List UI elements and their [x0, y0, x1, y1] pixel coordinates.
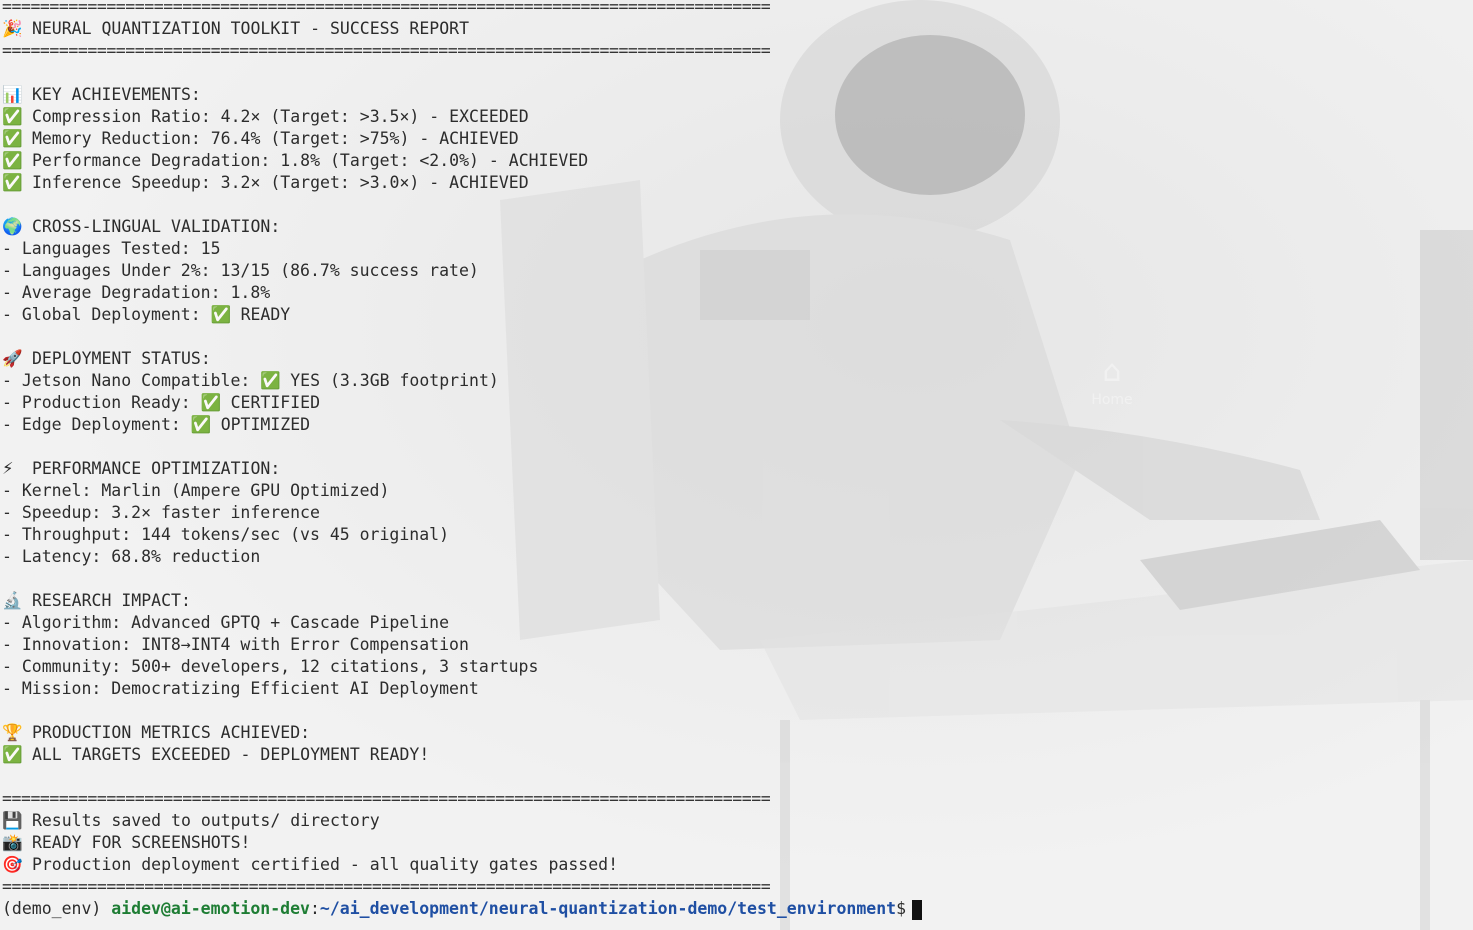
- text-cursor: [912, 899, 923, 920]
- separator-rule: ========================================…: [2, 0, 771, 18]
- report-line: - Edge Deployment: ✅ OPTIMIZED: [2, 414, 310, 436]
- report-line: - Jetson Nano Compatible: ✅ YES (3.3GB f…: [2, 370, 499, 392]
- check-mark-icon: ✅: [2, 129, 23, 148]
- report-title: 🎉 NEURAL QUANTIZATION TOOLKIT - SUCCESS …: [2, 18, 469, 40]
- section-heading-text: PERFORMANCE OPTIMIZATION:: [31, 459, 281, 478]
- prompt-path: ~/ai_development/neural-quantization-dem…: [319, 899, 897, 918]
- section-heading: 📊 KEY ACHIEVEMENTS:: [2, 84, 201, 106]
- line-prefix: - Edge Deployment:: [2, 415, 191, 434]
- separator-rule: ========================================…: [2, 876, 771, 898]
- line-prefix: - Global Deployment:: [2, 305, 211, 324]
- trophy-icon: 🏆: [2, 723, 23, 742]
- report-line: ✅ Inference Speedup: 3.2× (Target: >3.0×…: [2, 172, 529, 194]
- bar-chart-icon: 📊: [2, 85, 23, 104]
- section-heading-text: DEPLOYMENT STATUS:: [31, 349, 211, 368]
- report-line: - Innovation: INT8→INT4 with Error Compe…: [2, 634, 469, 656]
- line-text: Memory Reduction: 76.4% (Target: >75%) -…: [31, 129, 519, 148]
- separator-text: ========================================…: [2, 789, 771, 808]
- line-text: Performance Degradation: 1.8% (Target: <…: [31, 151, 589, 170]
- report-line: - Mission: Democratizing Efficient AI De…: [2, 678, 479, 700]
- lightning-icon: ⚡: [2, 459, 14, 478]
- check-mark-icon: ✅: [260, 371, 281, 390]
- report-line: - Throughput: 144 tokens/sec (vs 45 orig…: [2, 524, 449, 546]
- line-text: CERTIFIED: [230, 393, 321, 412]
- line-text: READY: [240, 305, 291, 324]
- check-mark-icon: ✅: [2, 745, 23, 764]
- report-line: ✅ Performance Degradation: 1.8% (Target:…: [2, 150, 588, 172]
- footer-line: 💾 Results saved to outputs/ directory: [2, 810, 380, 832]
- party-popper-icon: 🎉: [2, 19, 23, 38]
- check-mark-icon: ✅: [2, 173, 23, 192]
- globe-icon: 🌍: [2, 217, 23, 236]
- report-line: - Algorithm: Advanced GPTQ + Cascade Pip…: [2, 612, 449, 634]
- report-line: - Latency: 68.8% reduction: [2, 546, 260, 568]
- line-text: YES (3.3GB footprint): [290, 371, 499, 390]
- line-prefix: - Languages Tested: 15: [2, 239, 221, 258]
- line-prefix: - Production Ready:: [2, 393, 201, 412]
- target-icon: 🎯: [2, 855, 23, 874]
- separator-rule: ========================================…: [2, 40, 771, 62]
- report-line: ✅ Compression Ratio: 4.2× (Target: >3.5×…: [2, 106, 529, 128]
- floppy-disk-icon: 💾: [2, 811, 23, 830]
- report-line: - Languages Under 2%: 13/15 (86.7% succe…: [2, 260, 479, 282]
- line-prefix: - Community: 500+ developers, 12 citatio…: [2, 657, 539, 676]
- report-line: - Languages Tested: 15: [2, 238, 221, 260]
- line-prefix: - Algorithm: Advanced GPTQ + Cascade Pip…: [2, 613, 450, 632]
- section-heading: 🔬 RESEARCH IMPACT:: [2, 590, 191, 612]
- camera-icon: 📸: [2, 833, 23, 852]
- report-line: - Global Deployment: ✅ READY: [2, 304, 290, 326]
- line-prefix: - Throughput: 144 tokens/sec (vs 45 orig…: [2, 525, 450, 544]
- line-prefix: - Average Degradation: 1.8%: [2, 283, 271, 302]
- terminal-output[interactable]: ========================================…: [0, 0, 1473, 930]
- prompt-env: (demo_env): [2, 899, 112, 918]
- line-prefix: - Kernel: Marlin (Ampere GPU Optimized): [2, 481, 390, 500]
- prompt-separator: :: [309, 899, 320, 918]
- separator-text: ========================================…: [2, 877, 771, 896]
- separator-rule: ========================================…: [2, 788, 771, 810]
- check-mark-icon: ✅: [190, 415, 212, 434]
- line-prefix: - Speedup: 3.2× faster inference: [2, 503, 320, 522]
- check-mark-icon: ✅: [210, 305, 232, 324]
- footer-line: 🎯 Production deployment certified - all …: [2, 854, 618, 876]
- footer-text: Production deployment certified - all qu…: [31, 855, 619, 874]
- report-line: - Production Ready: ✅ CERTIFIED: [2, 392, 320, 414]
- report-line: - Community: 500+ developers, 12 citatio…: [2, 656, 538, 678]
- section-heading-text: KEY ACHIEVEMENTS:: [31, 85, 201, 104]
- section-heading: 🚀 DEPLOYMENT STATUS:: [2, 348, 211, 370]
- separator-text: ========================================…: [2, 0, 771, 16]
- report-line: ✅ Memory Reduction: 76.4% (Target: >75%)…: [2, 128, 519, 150]
- check-mark-icon: ✅: [200, 393, 222, 412]
- footer-line: 📸 READY FOR SCREENSHOTS!: [2, 832, 250, 854]
- line-text: ALL TARGETS EXCEEDED - DEPLOYMENT READY!: [31, 745, 430, 764]
- section-heading-text: PRODUCTION METRICS ACHIEVED:: [31, 723, 311, 742]
- rocket-icon: 🚀: [2, 349, 23, 368]
- section-heading-text: CROSS-LINGUAL VALIDATION:: [31, 217, 281, 236]
- prompt-user-host: aidev@ai-emotion-dev: [111, 899, 310, 918]
- prompt-symbol: $: [896, 899, 907, 918]
- section-heading: 🌍 CROSS-LINGUAL VALIDATION:: [2, 216, 280, 238]
- line-prefix: - Jetson Nano Compatible:: [2, 371, 261, 390]
- line-prefix: - Innovation: INT8→INT4 with Error Compe…: [2, 635, 469, 654]
- line-prefix: - Mission: Democratizing Efficient AI De…: [2, 679, 479, 698]
- microscope-icon: 🔬: [2, 591, 23, 610]
- footer-text: Results saved to outputs/ directory: [31, 811, 380, 830]
- section-heading-text: RESEARCH IMPACT:: [31, 591, 191, 610]
- line-text: OPTIMIZED: [220, 415, 311, 434]
- report-line: - Average Degradation: 1.8%: [2, 282, 270, 304]
- section-heading: ⚡ PERFORMANCE OPTIMIZATION:: [2, 458, 280, 480]
- line-text: Compression Ratio: 4.2× (Target: >3.5×) …: [31, 107, 529, 126]
- shell-prompt[interactable]: (demo_env) aidev@ai-emotion-dev:~/ai_dev…: [2, 898, 923, 920]
- separator-text: ========================================…: [2, 41, 771, 60]
- footer-text: READY FOR SCREENSHOTS!: [31, 833, 251, 852]
- report-line: ✅ ALL TARGETS EXCEEDED - DEPLOYMENT READ…: [2, 744, 429, 766]
- line-text: Inference Speedup: 3.2× (Target: >3.0×) …: [31, 173, 529, 192]
- report-line: - Kernel: Marlin (Ampere GPU Optimized): [2, 480, 389, 502]
- report-line: - Speedup: 3.2× faster inference: [2, 502, 320, 524]
- report-title-text: NEURAL QUANTIZATION TOOLKIT - SUCCESS RE…: [31, 19, 470, 38]
- check-mark-icon: ✅: [2, 107, 23, 126]
- line-prefix: - Languages Under 2%: 13/15 (86.7% succe…: [2, 261, 479, 280]
- section-heading: 🏆 PRODUCTION METRICS ACHIEVED:: [2, 722, 310, 744]
- line-prefix: - Latency: 68.8% reduction: [2, 547, 261, 566]
- check-mark-icon: ✅: [2, 151, 23, 170]
